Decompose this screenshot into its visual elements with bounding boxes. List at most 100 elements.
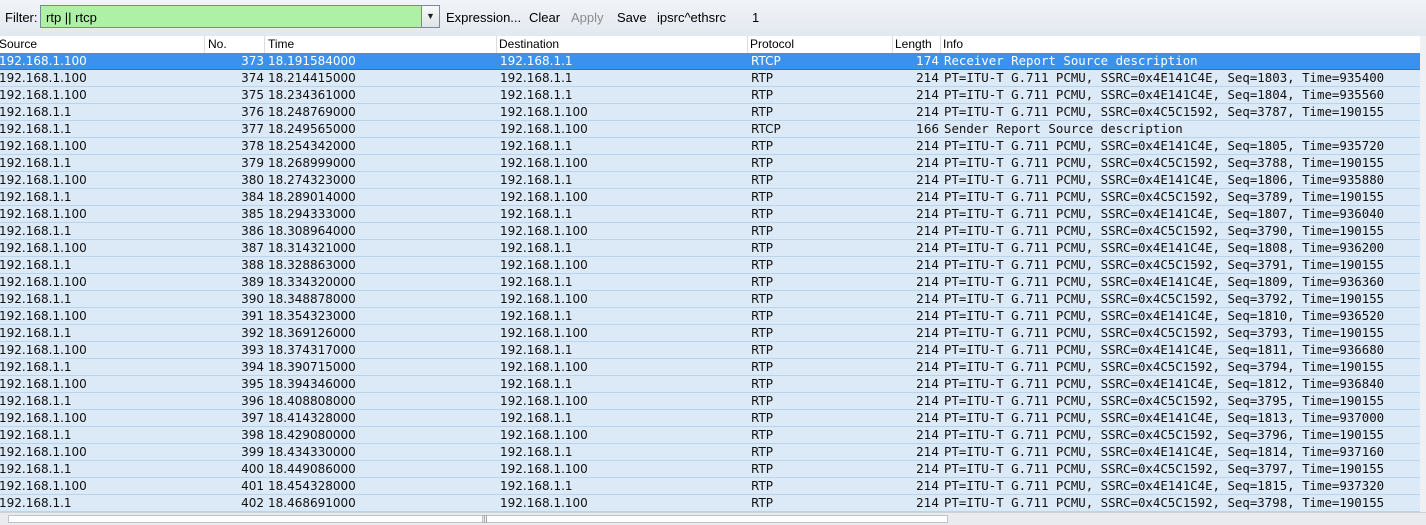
packet-row[interactable]: 192.168.1.1 384 18.289014000 192.168.1.100 R…	[0, 189, 1420, 206]
packet-source: 192.168.1.100	[0, 309, 87, 323]
packet-length: 166	[916, 122, 939, 136]
packet-time: 18.334320000	[268, 275, 356, 289]
packet-source: 192.168.1.1	[0, 122, 72, 136]
packet-length: 214	[916, 241, 939, 255]
clear-button[interactable]: Clear	[529, 10, 560, 25]
column-header-source[interactable]: Source	[0, 37, 37, 51]
packet-row[interactable]: 192.168.1.1 377 18.249565000 192.168.1.100 R…	[0, 121, 1420, 138]
packet-time: 18.328863000	[268, 258, 356, 272]
packet-length: 214	[916, 190, 939, 204]
packet-source: 192.168.1.100	[0, 207, 87, 221]
custom-filter-button-ipsrc[interactable]: ipsrc^ethsrc	[657, 10, 726, 25]
packet-row[interactable]: 192.168.1.100 397 18.414328000 192.168.1.1 R…	[0, 410, 1420, 427]
packet-row[interactable]: 192.168.1.1 398 18.429080000 192.168.1.100 R…	[0, 427, 1420, 444]
save-button[interactable]: Save	[617, 10, 647, 25]
packet-row[interactable]: 192.168.1.100 391 18.354323000 192.168.1.1 R…	[0, 308, 1420, 325]
vertical-scrollbar[interactable]	[1420, 36, 1426, 512]
packet-destination: 192.168.1.100	[500, 258, 588, 272]
packet-source: 192.168.1.100	[0, 479, 87, 493]
column-divider[interactable]	[204, 36, 205, 53]
column-header-no[interactable]: No.	[208, 37, 227, 51]
packet-time: 18.454328000	[268, 479, 356, 493]
packet-number: 386	[241, 224, 264, 238]
packet-number: 402	[241, 496, 264, 510]
packet-number: 395	[241, 377, 264, 391]
column-divider[interactable]	[747, 36, 748, 53]
packet-source: 192.168.1.100	[0, 411, 87, 425]
packet-number: 398	[241, 428, 264, 442]
packet-row[interactable]: 192.168.1.1 390 18.348878000 192.168.1.100 R…	[0, 291, 1420, 308]
packet-row[interactable]: 192.168.1.1 392 18.369126000 192.168.1.100 R…	[0, 325, 1420, 342]
packet-row[interactable]: 192.168.1.100 385 18.294333000 192.168.1.1 R…	[0, 206, 1420, 223]
filter-label: Filter:	[5, 10, 38, 25]
packet-row[interactable]: 192.168.1.1 402 18.468691000 192.168.1.100 R…	[0, 495, 1420, 512]
packet-info: PT=ITU-T G.711 PCMU, SSRC=0x4C5C1592, Se…	[944, 427, 1385, 442]
packet-destination: 192.168.1.100	[500, 122, 588, 136]
packet-protocol: RTP	[751, 292, 774, 306]
packet-row[interactable]: 192.168.1.100 399 18.434330000 192.168.1.1 R…	[0, 444, 1420, 461]
packet-row[interactable]: 192.168.1.100 393 18.374317000 192.168.1.1 R…	[0, 342, 1420, 359]
packet-row[interactable]: 192.168.1.100 374 18.214415000 192.168.1.1 R…	[0, 70, 1420, 87]
packet-protocol: RTP	[751, 411, 774, 425]
packet-info: PT=ITU-T G.711 PCMU, SSRC=0x4C5C1592, Se…	[944, 104, 1385, 119]
column-header-length[interactable]: Length	[895, 37, 932, 51]
packet-row[interactable]: 192.168.1.100 389 18.334320000 192.168.1.1 R…	[0, 274, 1420, 291]
packet-row[interactable]: 192.168.1.1 386 18.308964000 192.168.1.100 R…	[0, 223, 1420, 240]
packet-source: 192.168.1.1	[0, 156, 72, 170]
packet-number: 374	[241, 71, 264, 85]
column-divider[interactable]	[892, 36, 893, 53]
packet-info: PT=ITU-T G.711 PCMU, SSRC=0x4C5C1592, Se…	[944, 393, 1385, 408]
column-divider[interactable]	[496, 36, 497, 53]
packet-row[interactable]: 192.168.1.1 400 18.449086000 192.168.1.100 R…	[0, 461, 1420, 478]
packet-row[interactable]: 192.168.1.1 394 18.390715000 192.168.1.100 R…	[0, 359, 1420, 376]
horizontal-scroll-thumb[interactable]: |||	[8, 515, 948, 523]
packet-source: 192.168.1.1	[0, 190, 72, 204]
packet-row[interactable]: 192.168.1.100 387 18.314321000 192.168.1.1 R…	[0, 240, 1420, 257]
packet-number: 396	[241, 394, 264, 408]
packet-row[interactable]: 192.168.1.100 395 18.394346000 192.168.1.1 R…	[0, 376, 1420, 393]
packet-row[interactable]: 192.168.1.100 401 18.454328000 192.168.1.1 R…	[0, 478, 1420, 495]
packet-number: 399	[241, 445, 264, 459]
packet-row[interactable]: 192.168.1.100 378 18.254342000 192.168.1.1 R…	[0, 138, 1420, 155]
packet-number: 391	[241, 309, 264, 323]
packet-length: 214	[916, 173, 939, 187]
packet-length: 214	[916, 88, 939, 102]
packet-row[interactable]: 192.168.1.1 376 18.248769000 192.168.1.100 R…	[0, 104, 1420, 121]
column-header-time[interactable]: Time	[268, 37, 294, 51]
packet-row[interactable]: 192.168.1.1 388 18.328863000 192.168.1.100 R…	[0, 257, 1420, 274]
packet-time: 18.249565000	[268, 122, 356, 136]
column-header-destination[interactable]: Destination	[499, 37, 559, 51]
packet-destination: 192.168.1.100	[500, 428, 588, 442]
packet-row[interactable]: 192.168.1.100 375 18.234361000 192.168.1.1 R…	[0, 87, 1420, 104]
packet-row[interactable]: 192.168.1.1 379 18.268999000 192.168.1.100 R…	[0, 155, 1420, 172]
packet-list-header: Source No. Time Destination Protocol Len…	[0, 36, 1420, 54]
packet-protocol: RTP	[751, 377, 774, 391]
packet-destination: 192.168.1.100	[500, 462, 588, 476]
filter-input[interactable]: rtp || rtcp	[40, 5, 422, 28]
expression-button[interactable]: Expression...	[446, 10, 521, 25]
packet-protocol: RTP	[751, 275, 774, 289]
packet-destination: 192.168.1.100	[500, 105, 588, 119]
packet-protocol: RTP	[751, 462, 774, 476]
packet-row[interactable]: 192.168.1.1 396 18.408808000 192.168.1.100 R…	[0, 393, 1420, 410]
packet-row[interactable]: 192.168.1.100 380 18.274323000 192.168.1.1 R…	[0, 172, 1420, 189]
packet-destination: 192.168.1.100	[500, 156, 588, 170]
packet-destination: 192.168.1.1	[500, 54, 573, 68]
column-header-info[interactable]: Info	[943, 37, 963, 51]
custom-filter-button-1[interactable]: 1	[752, 10, 759, 25]
column-header-protocol[interactable]: Protocol	[750, 37, 794, 51]
column-divider[interactable]	[940, 36, 941, 53]
apply-button[interactable]: Apply	[571, 10, 604, 25]
packet-time: 18.308964000	[268, 224, 356, 238]
packet-length: 214	[916, 292, 939, 306]
column-divider[interactable]	[264, 36, 265, 53]
horizontal-scrollbar[interactable]: |||	[0, 512, 1426, 525]
filter-dropdown-button[interactable]: ▼	[421, 5, 440, 28]
packet-length: 214	[916, 445, 939, 459]
packet-row-selected[interactable]: 192.168.1.100 373 18.191584000 192.168.1.1 R…	[0, 53, 1420, 70]
packet-source: 192.168.1.1	[0, 360, 72, 374]
packet-protocol: RTP	[751, 258, 774, 272]
packet-source: 192.168.1.100	[0, 88, 87, 102]
packet-source: 192.168.1.1	[0, 292, 72, 306]
packet-destination: 192.168.1.100	[500, 360, 588, 374]
